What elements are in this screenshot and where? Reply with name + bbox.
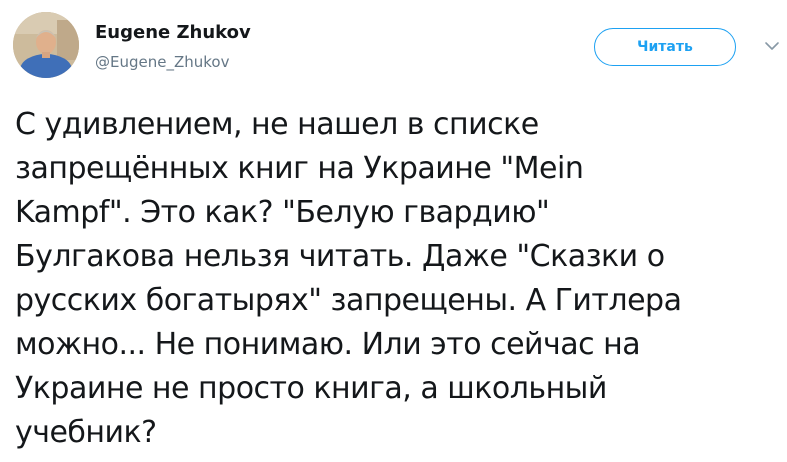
- tweet-line: С удивлением, не нашел в списке: [15, 107, 539, 142]
- chevron-down-icon: [765, 42, 779, 50]
- user-photo-avatar-icon: [13, 12, 79, 78]
- author-name[interactable]: Eugene Zhukov: [95, 22, 251, 44]
- tweet-line: русских богатырях" запрещены. А Гитлера: [15, 283, 682, 318]
- tweet-text: С удивлением, не нашел в списке запрещён…: [15, 103, 777, 455]
- tweet-line: запрещённых книг на Украине "Mein: [15, 151, 584, 186]
- tweet-line: учебник?: [15, 415, 157, 450]
- tweet-line: Булгакова нельзя читать. Даже "Сказки о: [15, 239, 665, 274]
- follow-button[interactable]: Читать: [594, 28, 736, 66]
- author-handle[interactable]: @Eugene_Zhukov: [95, 52, 229, 72]
- tweet-line: Kampf". Это как? "Белую гвардию": [15, 195, 550, 230]
- tweet-line: Украине не просто книга, а школьный: [15, 371, 607, 406]
- more-options-button[interactable]: [762, 38, 782, 52]
- tweet-line: можно... Не понимаю. Или это сейчас на: [15, 327, 641, 362]
- avatar[interactable]: [13, 12, 79, 78]
